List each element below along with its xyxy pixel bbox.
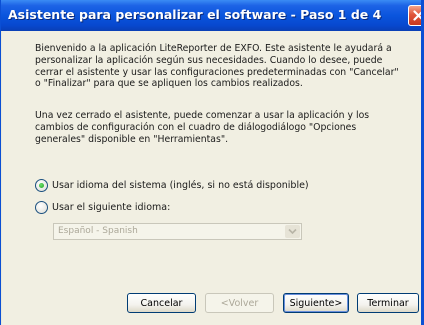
next-button[interactable]: Siguiente> (283, 293, 349, 313)
radio-custom-label: Usar el siguiente idioma: (52, 201, 171, 213)
chevron-down-icon (288, 228, 297, 235)
back-button[interactable]: <Volver (205, 293, 274, 313)
dropdown-button[interactable] (285, 225, 300, 238)
close-button[interactable] (408, 5, 421, 26)
radio-button[interactable] (35, 200, 48, 214)
cancel-button[interactable]: Cancelar (127, 293, 196, 313)
wizard-window: Asistente para personalizar el software … (0, 0, 424, 325)
window-title: Asistente para personalizar el software … (8, 7, 382, 22)
title-bar[interactable]: Asistente para personalizar el software … (1, 0, 421, 31)
radio-dot (39, 182, 44, 188)
close-icon (413, 10, 421, 21)
radio-button-selected[interactable] (35, 178, 48, 192)
intro-paragraph: Bienvenido a la aplicación LiteReporter … (35, 43, 399, 90)
language-select[interactable]: Español - Spanish (53, 223, 302, 240)
wizard-content: Bienvenido a la aplicación LiteReporter … (2, 31, 421, 325)
radio-system-language[interactable]: Usar idioma del sistema (inglés, si no e… (35, 178, 309, 192)
radio-system-label: Usar idioma del sistema (inglés, si no e… (52, 179, 309, 191)
radio-custom-language[interactable]: Usar el siguiente idioma: (35, 200, 170, 214)
finish-button[interactable]: Terminar (357, 293, 419, 313)
language-select-value: Español - Spanish (58, 226, 138, 236)
info-paragraph: Una vez cerrado el asistente, puede come… (35, 110, 370, 145)
